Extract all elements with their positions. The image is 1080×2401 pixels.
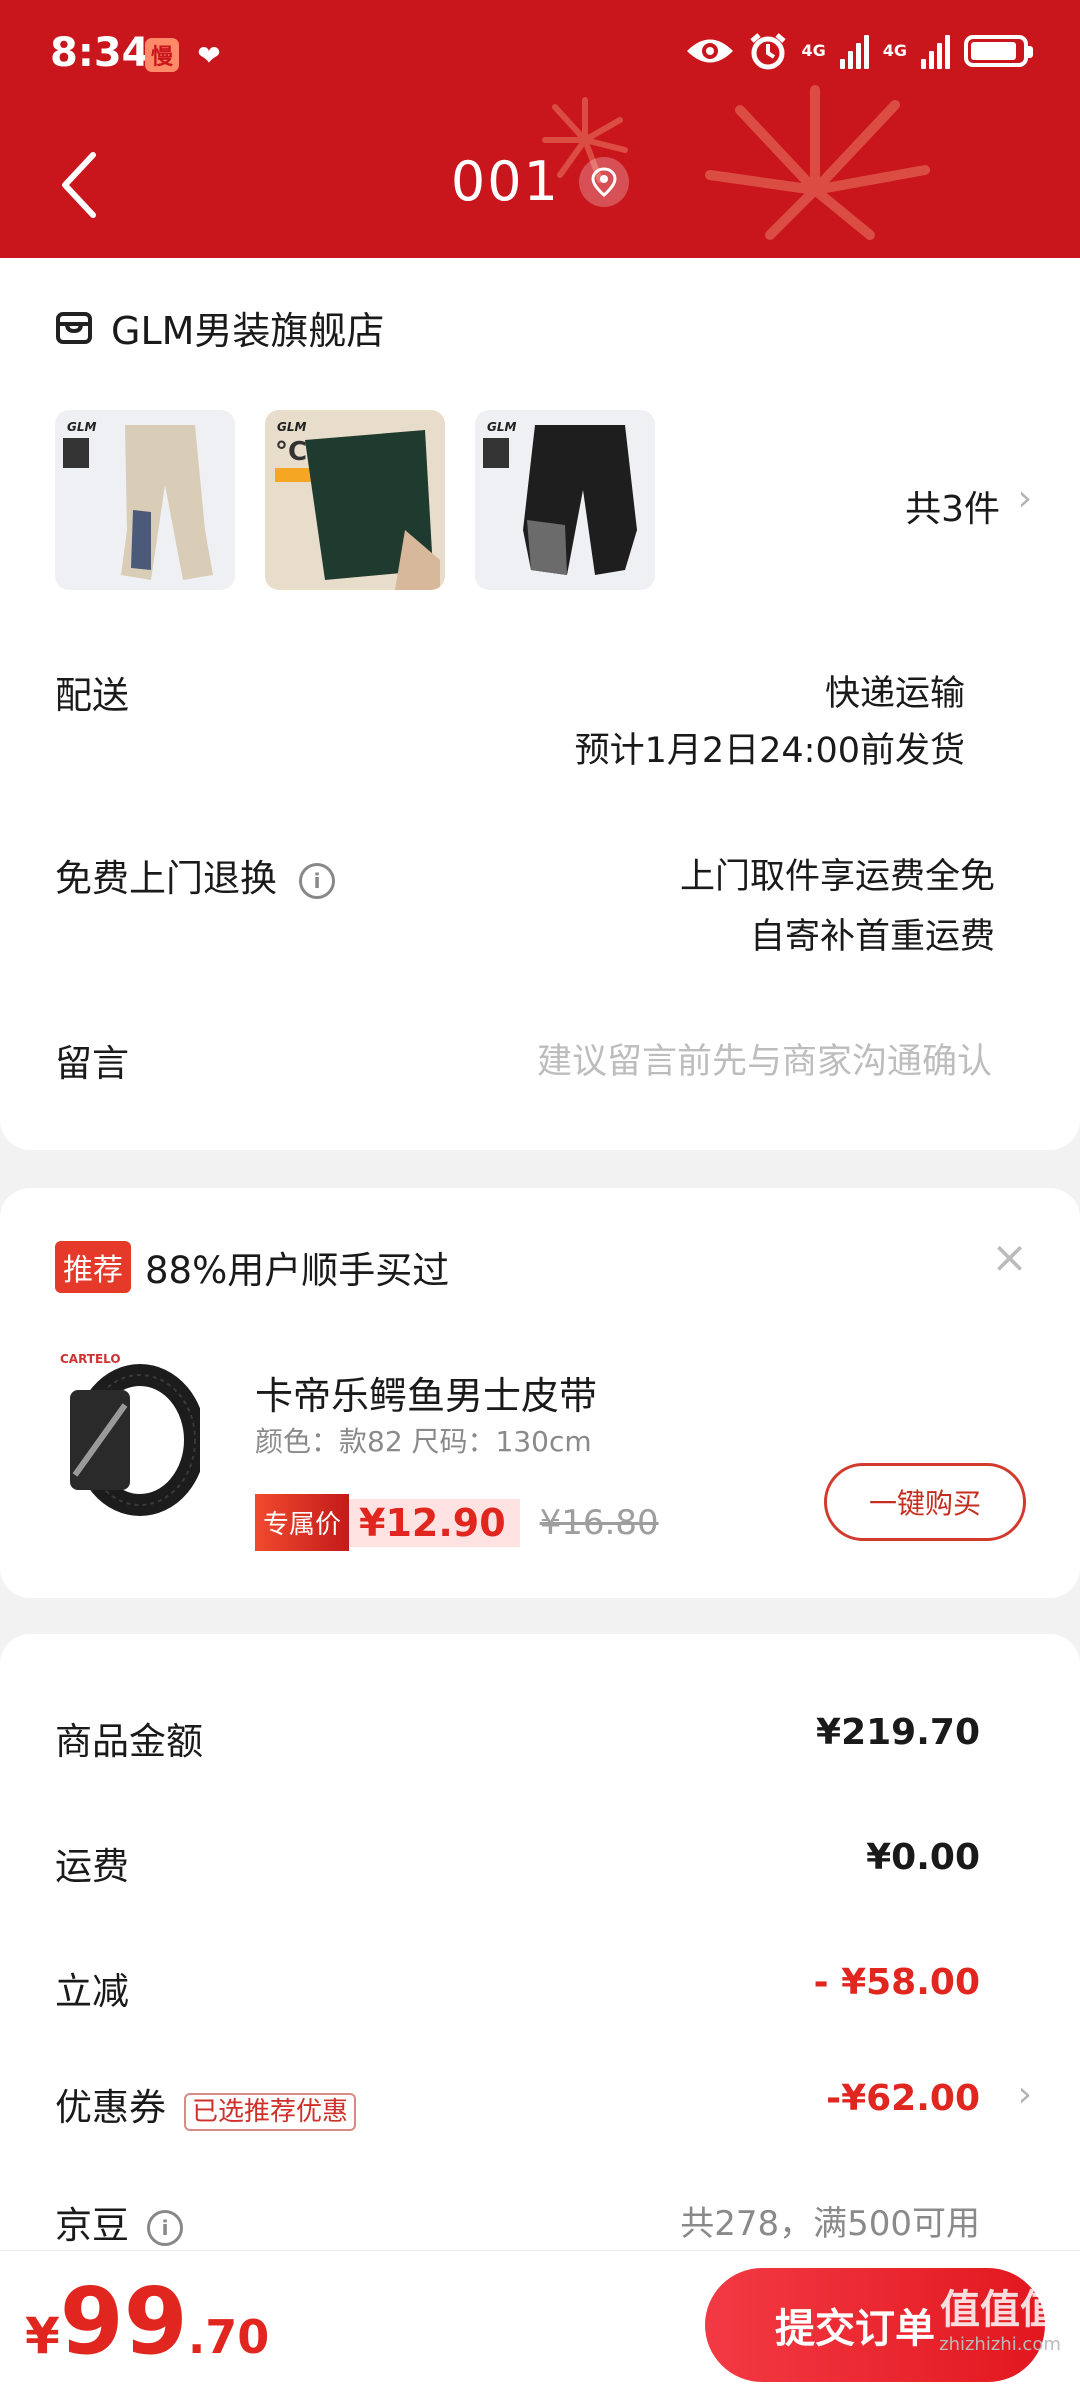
status-time: 8:34 xyxy=(50,30,150,76)
total-integer: 99 xyxy=(59,2268,188,2375)
signal-icon-1 xyxy=(839,33,869,69)
message-label: 留言 xyxy=(55,1042,129,1085)
alarm-icon xyxy=(750,33,787,70)
close-icon[interactable]: × xyxy=(991,1232,1028,1283)
total-decimal: .70 xyxy=(187,2310,270,2364)
recommend-price: 专属价 ¥12.90 ¥16.80 xyxy=(255,1494,659,1551)
network-type-1: 4G xyxy=(801,41,826,60)
original-price: ¥16.80 xyxy=(539,1502,659,1543)
shipping-label: 运费 xyxy=(55,1845,129,1888)
coupon-value[interactable]: -¥62.00 xyxy=(826,2078,980,2119)
total-currency: ¥ xyxy=(25,2307,60,2365)
pants-black-image xyxy=(483,425,637,575)
eye-icon xyxy=(687,39,734,63)
svg-text:°C: °C xyxy=(275,437,307,467)
battery-icon xyxy=(964,35,1033,67)
shop-name: GLM男装旗舰店 xyxy=(111,309,385,353)
recommend-tag: 推荐 xyxy=(55,1241,131,1293)
recommend-product-spec: 颜色：款82 尺码：130cm xyxy=(255,1425,592,1458)
status-bar: 8:34 慢 ❤ 4G 4G xyxy=(0,0,1080,110)
location-pin-icon[interactable] xyxy=(579,156,630,207)
product-thumb-2[interactable]: GLM °C xyxy=(265,410,445,590)
one-click-buy-button[interactable]: 一键购买 xyxy=(824,1463,1026,1541)
message-input[interactable]: 建议留言前先与商家沟通确认 xyxy=(537,1033,992,1084)
return-row: 免费上门退换 i xyxy=(55,848,335,902)
app-notification-icon: ❤ xyxy=(197,38,221,72)
pants-beige-image xyxy=(63,425,213,580)
watermark-site: zhizhizhi.com xyxy=(939,2334,1061,2355)
total-price: ¥99.70 xyxy=(25,2268,269,2375)
return-line2: 自寄补首重运费 xyxy=(749,917,995,957)
coupon-tag: 已选推荐优惠 xyxy=(184,2093,357,2131)
discount-label: 立减 xyxy=(55,1970,129,2013)
address-selector[interactable]: 001 xyxy=(0,150,1080,213)
address-title: 001 xyxy=(450,150,560,213)
submit-order-label: 提交订单 xyxy=(775,2306,935,2352)
network-type-2: 4G xyxy=(882,41,907,60)
beans-label: 京豆 xyxy=(55,2204,129,2247)
pants-green-image: °C xyxy=(275,430,440,590)
return-line1: 上门取件享运费全免 xyxy=(679,857,995,897)
watermark-logo: 值值值 xyxy=(940,2287,1060,2333)
discount-value: - ¥58.00 xyxy=(813,1962,980,2003)
goods-amount-label: 商品金额 xyxy=(55,1720,203,1763)
delivery-label: 配送 xyxy=(55,674,129,717)
goods-amount-value: ¥219.70 xyxy=(816,1712,980,1753)
product-thumb-3[interactable]: GLM xyxy=(475,410,655,590)
exclusive-price-tag: 专属价 xyxy=(255,1494,350,1551)
coupon-label: 优惠券 xyxy=(55,2086,166,2129)
header: 8:34 慢 ❤ 4G 4G 001 xyxy=(0,0,1080,258)
beans-value: 共278，满500可用 xyxy=(680,2204,980,2244)
delivery-method[interactable]: 快递运输 xyxy=(825,665,965,716)
beans-row: 京豆 i xyxy=(55,2195,183,2249)
recommend-product-name[interactable]: 卡帝乐鳄鱼男士皮带 xyxy=(255,1365,597,1420)
delivery-eta: 预计1月2日24:00前发货 xyxy=(574,731,965,771)
chevron-right-icon-coupon[interactable]: › xyxy=(1018,2074,1032,2115)
belt-product-image[interactable]: CARTELO xyxy=(60,1345,200,1525)
watermark: 值值值 zhizhizhi.com xyxy=(935,2268,1065,2388)
svg-text:CARTELO: CARTELO xyxy=(60,1352,121,1366)
exclusive-price: ¥12.90 xyxy=(349,1498,520,1547)
store-icon xyxy=(56,311,92,344)
item-count[interactable]: 共3件 xyxy=(905,480,1000,532)
notification-icon: 慢 xyxy=(145,38,179,72)
chevron-right-icon[interactable]: › xyxy=(1018,478,1032,519)
beans-info-icon[interactable]: i xyxy=(147,2209,183,2246)
recommend-header: 推荐 88%用户顺手买过 xyxy=(55,1240,449,1294)
signal-icon-2 xyxy=(921,33,950,69)
shop-row[interactable]: GLM男装旗舰店 xyxy=(55,300,384,355)
coupon-row[interactable]: 优惠券 已选推荐优惠 xyxy=(55,2077,357,2131)
return-label: 免费上门退换 xyxy=(55,857,277,900)
shipping-value: ¥0.00 xyxy=(866,1837,980,1878)
product-thumb-1[interactable]: GLM xyxy=(55,410,235,590)
recommend-title: 88%用户顺手买过 xyxy=(145,1249,450,1292)
info-icon[interactable]: i xyxy=(299,862,335,899)
